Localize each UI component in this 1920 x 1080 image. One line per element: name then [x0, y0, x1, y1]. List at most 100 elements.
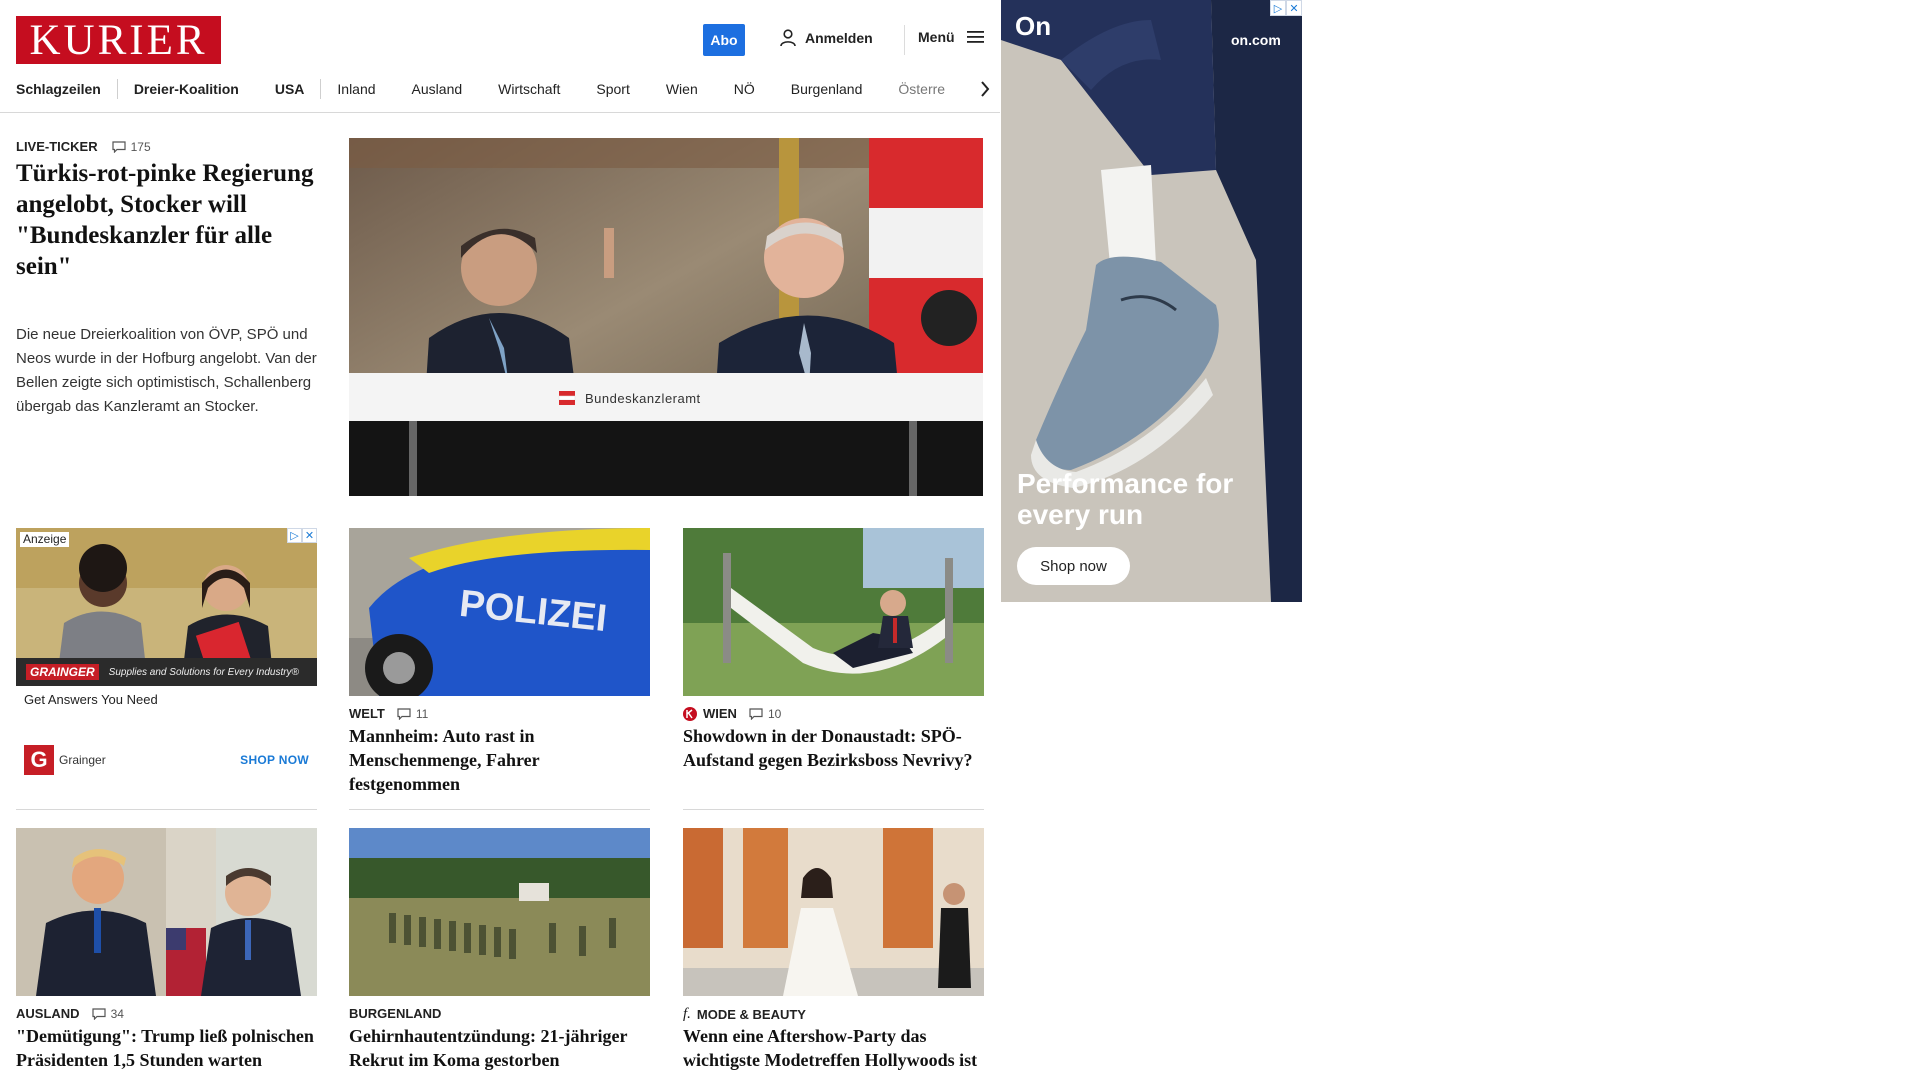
section-nav: Schlagzeilen Dreier-Koalition USA Inland… [16, 78, 984, 100]
grainger-ad[interactable]: Anzeige ▷ ✕ GRAINGER Supplies and Soluti… [16, 528, 317, 778]
card-comments[interactable]: 11 [397, 707, 428, 721]
kurier-wien-icon [683, 706, 697, 721]
on-ad-headline: Performance for every run [1017, 468, 1234, 530]
lead-comment-count: 175 [130, 139, 151, 154]
red-carpet-photo [683, 828, 984, 996]
card-title-donaustadt[interactable]: Showdown in der Donaustadt: SPÖ-Aufstand… [683, 724, 984, 772]
card-category-wien[interactable]: WIEN [683, 706, 737, 721]
card-meta-donaustadt: WIEN 10 [683, 706, 781, 721]
card-divider [349, 809, 650, 810]
nav-scroll-right-button[interactable] [962, 76, 990, 102]
nav-item-schlagzeilen[interactable]: Schlagzeilen [16, 81, 121, 97]
card-comment-count: 34 [110, 1006, 124, 1021]
on-logo-icon[interactable]: On [1015, 13, 1051, 39]
police-car-photo: POLIZEI [349, 528, 650, 696]
nav-item-usa[interactable]: USA [275, 81, 325, 97]
card-image-trump[interactable] [16, 828, 317, 996]
card-divider [16, 809, 317, 810]
user-icon [780, 29, 796, 47]
login-button[interactable]: Anmelden [780, 29, 873, 47]
lead-comments[interactable]: 175 [112, 140, 151, 154]
card-category-mode[interactable]: f. MODE & BEAUTY [683, 1006, 806, 1023]
nav-item-wien[interactable]: Wien [666, 81, 734, 97]
hamburger-icon [966, 31, 984, 43]
ad-choices[interactable]: ▷ ✕ [287, 528, 317, 543]
card-title-mode[interactable]: Wenn eine Aftershow-Party das wichtigste… [683, 1024, 984, 1072]
comment-icon [749, 707, 763, 720]
card-title-mannheim[interactable]: Mannheim: Auto rast in Menschenmenge, Fa… [349, 724, 650, 796]
ad-choices[interactable]: ▷ ✕ [1270, 0, 1302, 16]
ad-label: Anzeige [20, 532, 70, 547]
ad-footer: G Grainger SHOP NOW [24, 745, 309, 775]
comment-icon [397, 707, 411, 720]
card-title-burgenland[interactable]: Gehirnhautentzündung: 21-jähriger Rekrut… [349, 1024, 650, 1072]
nav-divider [116, 79, 118, 99]
nav-item-dreier-koalition[interactable]: Dreier-Koalition [134, 81, 275, 97]
card-title-trump[interactable]: "Demütigung": Trump ließ polnischen Präs… [16, 1024, 317, 1072]
soldiers-photo [349, 828, 650, 996]
card-image-mode[interactable] [683, 828, 984, 996]
card-image-donaustadt[interactable] [683, 528, 984, 696]
lead-teaser: Die neue Dreierkoalition von ÖVP, SPÖ un… [16, 326, 317, 415]
card-category: MODE & BEAUTY [696, 1007, 806, 1022]
nav-item-wirtschaft[interactable]: Wirtschaft [498, 81, 596, 97]
lead-image-caption: Bundeskanzleramt [585, 391, 701, 406]
card-category[interactable]: BURGENLAND [349, 1006, 441, 1021]
grainger-ad-image[interactable]: Anzeige ▷ ✕ GRAINGER Supplies and Soluti… [16, 528, 317, 686]
card-divider [683, 809, 984, 810]
nav-item-burgenland[interactable]: Burgenland [791, 81, 899, 97]
comment-icon [91, 1007, 106, 1020]
nav-item-noe[interactable]: NÖ [734, 81, 791, 97]
nav-item-oesterreich[interactable]: Österre [898, 81, 965, 97]
freizeit-icon: f. [683, 1006, 691, 1022]
card-meta-burgenland: BURGENLAND [349, 1006, 441, 1021]
card-comments[interactable]: 10 [749, 707, 781, 721]
card-meta-mannheim: WELT 11 [349, 706, 428, 721]
lead-photo: Bundeskanzleramt [349, 138, 983, 496]
nav-item-ausland[interactable]: Ausland [412, 81, 499, 97]
chevron-right-icon [981, 81, 990, 97]
menu-button[interactable]: Menü [918, 29, 984, 45]
card-category: WIEN [703, 706, 737, 721]
grainger-brand: GRAINGER [26, 664, 99, 680]
grainger-strip: GRAINGER Supplies and Solutions for Ever… [16, 658, 317, 686]
lead-image[interactable]: Bundeskanzleramt [349, 138, 983, 496]
card-category[interactable]: AUSLAND [16, 1006, 80, 1021]
ad-advertiser[interactable]: Grainger [59, 753, 106, 767]
nav-item-sport[interactable]: Sport [596, 81, 665, 97]
lead-meta: LIVE-TICKER 175 [16, 139, 151, 154]
nav-item-inland[interactable]: Inland [337, 81, 411, 97]
comment-icon [112, 140, 126, 153]
grainger-logo-icon: G [24, 745, 54, 775]
hammock-photo [683, 528, 984, 696]
ad-choices-icon[interactable]: ▷ [287, 528, 302, 543]
grainger-tagline: Supplies and Solutions for Every Industr… [108, 666, 299, 678]
ad-close-icon[interactable]: ✕ [302, 528, 317, 543]
lead-headline[interactable]: Türkis-rot-pinke Regierung angelobt, Sto… [16, 158, 316, 282]
menu-label: Menü [918, 29, 955, 45]
site-header: KURIER Abo Anmelden Menü Schlagzeilen Dr… [0, 0, 1000, 114]
ad-choices-icon[interactable]: ▷ [1270, 0, 1286, 16]
lead-category[interactable]: LIVE-TICKER [16, 139, 98, 154]
login-label: Anmelden [805, 30, 873, 46]
card-comment-count: 11 [415, 706, 429, 721]
on-ad-domain[interactable]: on.com [1231, 32, 1281, 48]
ad-shop-now-button[interactable]: SHOP NOW [240, 753, 309, 767]
ad-headline[interactable]: Get Answers You Need [24, 692, 158, 707]
abo-button[interactable]: Abo [703, 24, 745, 56]
menu-divider [904, 25, 905, 55]
header-divider [0, 112, 1000, 113]
card-image-mannheim[interactable]: POLIZEI [349, 528, 650, 696]
card-category[interactable]: WELT [349, 706, 385, 721]
on-running-ad[interactable]: On on.com Performance for every run Shop… [1001, 0, 1302, 602]
card-meta-trump: AUSLAND 34 [16, 1006, 124, 1021]
on-shop-now-button[interactable]: Shop now [1017, 547, 1130, 585]
card-image-burgenland[interactable] [349, 828, 650, 996]
trump-duda-photo [16, 828, 317, 996]
card-comments[interactable]: 34 [91, 1006, 124, 1021]
card-meta-mode: f. MODE & BEAUTY [683, 1006, 806, 1023]
nav-divider [320, 79, 322, 99]
kurier-logo[interactable]: KURIER [16, 16, 221, 64]
ad-close-icon[interactable]: ✕ [1286, 0, 1302, 16]
card-comment-count: 10 [767, 706, 782, 721]
